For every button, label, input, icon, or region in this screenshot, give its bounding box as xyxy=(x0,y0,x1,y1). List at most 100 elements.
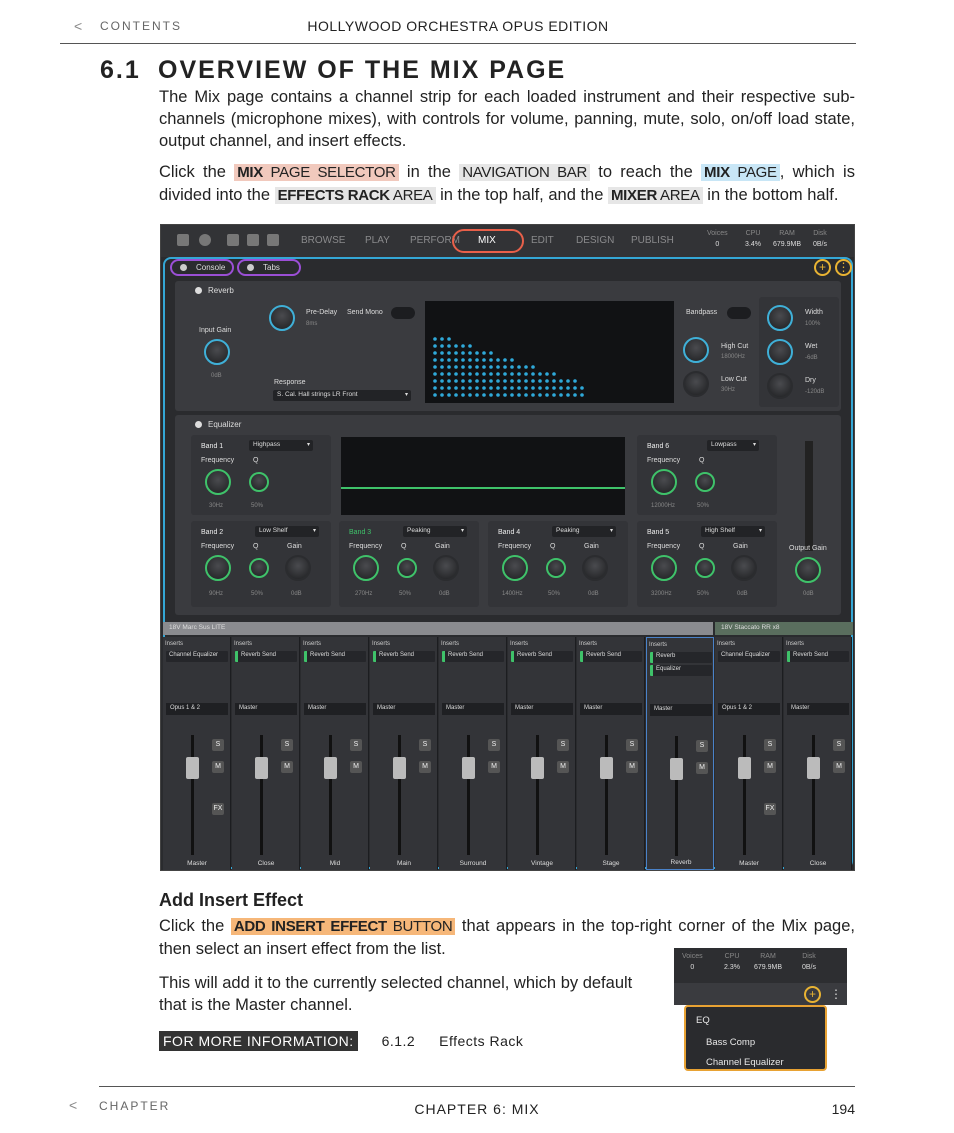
back-chevron-icon[interactable]: < xyxy=(69,1097,77,1113)
mute-button[interactable]: M xyxy=(833,761,845,773)
width-knob[interactable] xyxy=(767,305,793,331)
wet-knob[interactable] xyxy=(767,339,793,365)
nav-edit[interactable]: EDIT xyxy=(531,235,554,246)
frequency-knob[interactable] xyxy=(205,469,231,495)
solo-button[interactable]: S xyxy=(833,739,845,751)
panel-view-icon[interactable] xyxy=(267,234,279,246)
insert-slot[interactable]: Reverb Send xyxy=(787,651,849,662)
power-icon[interactable] xyxy=(195,287,202,294)
filter-type-dropdown[interactable]: Lowpass xyxy=(707,440,759,451)
menu-icon[interactable] xyxy=(177,234,189,246)
gear-icon[interactable] xyxy=(199,234,211,246)
q-knob[interactable] xyxy=(695,558,715,578)
frequency-knob[interactable] xyxy=(205,555,231,581)
send-mono-toggle[interactable] xyxy=(391,307,415,319)
channel-strip[interactable]: Inserts Reverb Send Master S M Close xyxy=(232,637,300,870)
solo-button[interactable]: S xyxy=(281,739,293,751)
mute-button[interactable]: M xyxy=(696,762,708,774)
solo-button[interactable]: S xyxy=(419,739,431,751)
instrument-group-2[interactable]: 18V Staccato RR x8 xyxy=(715,622,853,635)
q-knob[interactable] xyxy=(397,558,417,578)
instrument-group-1[interactable]: 18V Marc Sus LITE xyxy=(163,622,713,635)
frequency-knob[interactable] xyxy=(651,469,677,495)
mute-button[interactable]: M xyxy=(281,761,293,773)
frequency-knob[interactable] xyxy=(651,555,677,581)
reference-number[interactable]: 6.1.2 xyxy=(382,1033,416,1049)
q-knob[interactable] xyxy=(249,558,269,578)
solo-button[interactable]: S xyxy=(557,739,569,751)
mute-button[interactable]: M xyxy=(626,761,638,773)
channel-strip[interactable]: Inserts Channel Equalizer Opus 1 & 2 S M FX Ma… xyxy=(163,637,231,870)
insert-slot[interactable]: Equalizer xyxy=(650,665,712,676)
bandpass-toggle[interactable] xyxy=(727,307,751,319)
volume-fader[interactable] xyxy=(807,757,820,779)
channel-strip[interactable]: Inserts Reverb Send Master S M Surround xyxy=(439,637,507,870)
high-cut-knob[interactable] xyxy=(683,337,709,363)
output-dropdown[interactable]: Master xyxy=(373,703,435,715)
more-options-icon[interactable]: ⋮ xyxy=(835,259,852,276)
gain-knob[interactable] xyxy=(582,555,608,581)
browser-view-icon[interactable] xyxy=(227,234,239,246)
output-dropdown[interactable]: Master xyxy=(650,704,712,716)
mute-button[interactable]: M xyxy=(488,761,500,773)
gain-knob[interactable] xyxy=(433,555,459,581)
insert-slot[interactable]: Channel Equalizer xyxy=(166,651,228,662)
low-cut-knob[interactable] xyxy=(683,371,709,397)
mute-button[interactable]: M xyxy=(764,761,776,773)
nav-publish[interactable]: PUBLISH xyxy=(631,235,674,246)
mute-button[interactable]: M xyxy=(350,761,362,773)
volume-fader[interactable] xyxy=(670,758,683,780)
solo-button[interactable]: S xyxy=(350,739,362,751)
filter-type-dropdown[interactable]: Highpass xyxy=(249,440,313,451)
frequency-knob[interactable] xyxy=(502,555,528,581)
power-icon[interactable] xyxy=(195,421,202,428)
filter-type-dropdown[interactable]: High Shelf xyxy=(701,526,765,537)
solo-button[interactable]: S xyxy=(764,739,776,751)
output-dropdown[interactable]: Master xyxy=(442,703,504,715)
add-insert-effect-button[interactable]: + xyxy=(814,259,831,276)
response-dropdown[interactable]: S. Cal. Hall strings LR Front xyxy=(273,390,411,401)
add-insert-effect-button[interactable]: + xyxy=(804,986,821,1003)
reference-title[interactable]: Effects Rack xyxy=(439,1033,523,1049)
filter-type-dropdown[interactable]: Peaking xyxy=(403,526,467,537)
filter-type-dropdown[interactable]: Peaking xyxy=(552,526,616,537)
keyboard-icon[interactable] xyxy=(247,234,259,246)
mute-button[interactable]: M xyxy=(557,761,569,773)
output-dropdown[interactable]: Master xyxy=(304,703,366,715)
gain-knob[interactable] xyxy=(285,555,311,581)
q-knob[interactable] xyxy=(695,472,715,492)
channel-strip[interactable]: Inserts Reverb Send Master S M Main xyxy=(370,637,438,870)
q-knob[interactable] xyxy=(249,472,269,492)
insert-slot[interactable]: Reverb Send xyxy=(580,651,642,662)
insert-slot[interactable]: Reverb Send xyxy=(511,651,573,662)
volume-fader[interactable] xyxy=(600,757,613,779)
volume-fader[interactable] xyxy=(531,757,544,779)
mute-button[interactable]: M xyxy=(212,761,224,773)
q-knob[interactable] xyxy=(546,558,566,578)
output-dropdown[interactable]: Opus 1 & 2 xyxy=(718,703,780,715)
channel-strip[interactable]: Inserts Reverb Send Master S M Close xyxy=(784,637,852,870)
gain-knob[interactable] xyxy=(731,555,757,581)
console-tab[interactable]: Console xyxy=(170,259,234,276)
channel-strip[interactable]: Inserts Reverb Send Master S M Mid xyxy=(301,637,369,870)
solo-button[interactable]: S xyxy=(212,739,224,751)
output-dropdown[interactable]: Master xyxy=(787,703,849,715)
solo-button[interactable]: S xyxy=(696,740,708,752)
channel-strip[interactable]: Inserts Reverb Send Master S M Vintage xyxy=(508,637,576,870)
filter-type-dropdown[interactable]: Low Shelf xyxy=(255,526,319,537)
insert-slot[interactable]: Reverb Send xyxy=(304,651,366,662)
fx-button[interactable]: FX xyxy=(764,803,776,815)
volume-fader[interactable] xyxy=(324,757,337,779)
insert-slot[interactable]: Channel Equalizer xyxy=(718,651,780,662)
volume-fader[interactable] xyxy=(738,757,751,779)
input-gain-knob[interactable] xyxy=(204,339,230,365)
volume-fader[interactable] xyxy=(186,757,199,779)
insert-slot[interactable]: Reverb Send xyxy=(373,651,435,662)
fx-button[interactable]: FX xyxy=(212,803,224,815)
output-dropdown[interactable]: Master xyxy=(580,703,642,715)
insert-slot[interactable]: Reverb Send xyxy=(442,651,504,662)
output-dropdown[interactable]: Opus 1 & 2 xyxy=(166,703,228,715)
insert-slot[interactable]: Reverb Send xyxy=(235,651,297,662)
channel-strip[interactable]: Inserts Reverb Send Master S M Stage xyxy=(577,637,645,870)
menu-item-channel-equalizer[interactable]: Channel Equalizer xyxy=(706,1057,784,1068)
